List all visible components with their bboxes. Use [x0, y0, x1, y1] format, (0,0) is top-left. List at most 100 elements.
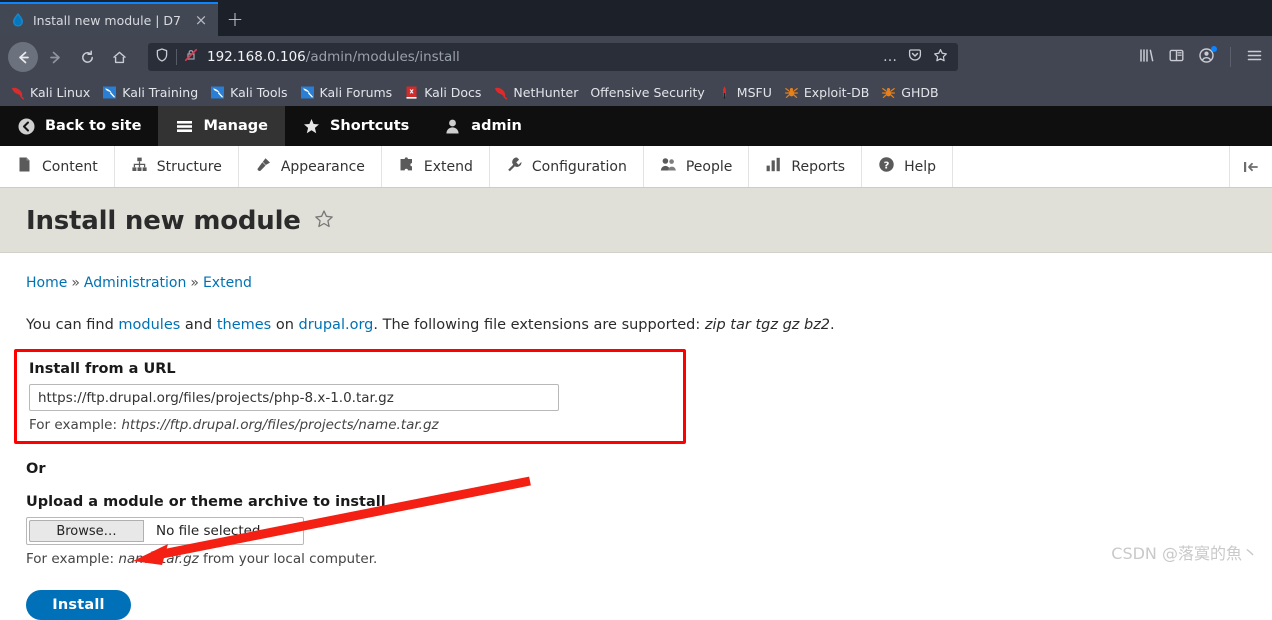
url-bar[interactable]: 192.168.0.106/admin/modules/install …	[148, 43, 958, 71]
intro-text: You can find modules and themes on drupa…	[26, 317, 1246, 333]
toolbar-divider	[1230, 47, 1231, 67]
upload-help-example: name.tar.gz	[118, 551, 199, 567]
svg-text:?: ?	[884, 160, 890, 171]
forward-arrow-icon	[40, 42, 70, 72]
supported-extensions: zip tar tgz gz bz2	[704, 317, 831, 333]
menu-label: Configuration	[531, 158, 627, 175]
sidebar-icon[interactable]	[1167, 46, 1186, 69]
drupal-admin-toolbar: Back to site Manage Shortcuts admin	[0, 106, 1272, 146]
structure-tree-icon	[131, 156, 148, 177]
back-to-site-label: Back to site	[45, 118, 142, 134]
url-help-prefix: For example:	[29, 417, 122, 433]
bookmark-label: Kali Tools	[230, 84, 288, 100]
toolbar-orientation-toggle-icon[interactable]	[1230, 146, 1272, 187]
browse-button[interactable]: Browse…	[29, 520, 144, 542]
browser-tab[interactable]: Install new module | D7 ×	[0, 2, 218, 36]
menu-item-configuration[interactable]: Configuration	[490, 146, 644, 187]
menu-spacer	[953, 146, 1230, 187]
bookmark-label: Kali Linux	[30, 84, 91, 100]
home-icon[interactable]	[104, 42, 134, 72]
bookmark-label: GHDB	[901, 84, 939, 100]
tab-strip: Install new module | D7 × +	[0, 0, 1272, 36]
or-label: Or	[26, 461, 46, 477]
bookmark-kali-linux[interactable]: Kali Linux	[6, 85, 98, 100]
file-upload-control[interactable]: Browse… No file selected.	[26, 517, 304, 545]
close-icon[interactable]: ×	[192, 12, 210, 28]
breadcrumb-administration[interactable]: Administration	[84, 275, 186, 291]
upload-help-suffix: from your local computer.	[198, 551, 378, 567]
menu-item-appearance[interactable]: Appearance	[239, 146, 382, 187]
puzzle-piece-icon	[398, 156, 415, 177]
themes-link[interactable]: themes	[217, 317, 271, 333]
drupal-org-link[interactable]: drupal.org	[299, 317, 374, 333]
star-outline-icon[interactable]	[313, 208, 335, 234]
menu-item-content[interactable]: Content	[0, 146, 115, 187]
kali-dragon-blue-icon	[102, 85, 117, 100]
user-account-tab[interactable]: admin	[426, 106, 539, 146]
url-text[interactable]: 192.168.0.106/admin/modules/install	[207, 49, 877, 65]
browser-chrome: Install new module | D7 × + 192.168.0.10…	[0, 0, 1272, 106]
insecure-connection-icon[interactable]	[183, 47, 199, 67]
bookmark-exploit-db[interactable]: Exploit-DB	[780, 85, 877, 100]
account-notification-dot	[1211, 45, 1217, 52]
upload-field-help: For example: name.tar.gz from your local…	[26, 551, 1246, 567]
hamburger-menu-icon[interactable]	[1245, 46, 1264, 69]
manage-tab[interactable]: Manage	[158, 106, 285, 146]
back-to-site-button[interactable]: Back to site	[0, 106, 158, 146]
navigation-toolbar: 192.168.0.106/admin/modules/install …	[0, 36, 1272, 78]
menu-item-structure[interactable]: Structure	[115, 146, 239, 187]
breadcrumb-extend[interactable]: Extend	[203, 275, 252, 291]
wrench-icon	[506, 156, 523, 177]
url-divider	[176, 49, 177, 65]
menu-label: Content	[42, 158, 98, 175]
paintbrush-icon	[255, 156, 272, 177]
star-outline-icon[interactable]	[932, 47, 949, 68]
page-actions-icon[interactable]: …	[883, 50, 898, 64]
watermark: CSDN @落寞的魚丶	[1111, 544, 1258, 563]
bookmark-ghdb[interactable]: GHDB	[877, 85, 946, 100]
modules-link[interactable]: modules	[118, 317, 180, 333]
menu-item-people[interactable]: People	[644, 146, 750, 187]
bookmark-label: Kali Training	[122, 84, 199, 100]
bookmark-label: Offensive Security	[590, 84, 705, 100]
menu-item-help[interactable]: ? Help	[862, 146, 953, 187]
install-button[interactable]: Install	[26, 590, 131, 620]
people-icon	[660, 156, 677, 177]
install-url-input[interactable]: https://ftp.drupal.org/files/projects/ph…	[29, 384, 559, 411]
menu-item-extend[interactable]: Extend	[382, 146, 490, 187]
back-circle-icon	[17, 117, 36, 136]
pocket-icon[interactable]	[907, 47, 923, 67]
breadcrumb-separator: »	[190, 275, 199, 291]
bookmark-kali-forums[interactable]: Kali Forums	[296, 85, 401, 100]
bookmark-msfu[interactable]: MSFU	[713, 85, 780, 100]
new-tab-button[interactable]: +	[218, 2, 252, 36]
upload-field-label: Upload a module or theme archive to inst…	[26, 494, 386, 510]
url-path: /admin/modules/install	[305, 49, 460, 65]
bookmark-kali-tools[interactable]: Kali Tools	[206, 85, 295, 100]
bookmark-label: MSFU	[736, 84, 772, 100]
bookmark-kali-docs[interactable]: Kali Docs	[400, 85, 489, 100]
bookmark-label: Kali Forums	[319, 84, 393, 100]
menu-item-reports[interactable]: Reports	[749, 146, 863, 187]
url-field-help: For example: https://ftp.drupal.org/file…	[29, 417, 671, 433]
back-arrow-icon[interactable]	[8, 42, 38, 72]
bookmark-kali-training[interactable]: Kali Training	[98, 85, 206, 100]
menu-label: Extend	[423, 158, 473, 175]
url-bar-actions: …	[883, 47, 952, 68]
library-icon[interactable]	[1137, 46, 1156, 69]
kali-dragon-red-icon	[10, 85, 25, 100]
bookmark-offensive-security[interactable]: Offensive Security	[586, 85, 712, 100]
bookmarks-bar: Kali Linux Kali Training Kali Tools Kali…	[0, 78, 1272, 106]
tracking-protection-shield-icon[interactable]	[154, 47, 170, 67]
reload-icon[interactable]	[72, 42, 102, 72]
url-help-example: https://ftp.drupal.org/files/projects/na…	[121, 417, 439, 433]
url-field-label: Install from a URL	[29, 361, 176, 377]
account-icon[interactable]	[1197, 45, 1217, 69]
bookmark-nethunter[interactable]: NetHunter	[489, 85, 586, 100]
shortcuts-tab[interactable]: Shortcuts	[285, 106, 426, 146]
user-icon	[443, 117, 462, 136]
star-icon	[302, 117, 321, 136]
breadcrumb-home[interactable]: Home	[26, 275, 67, 291]
menu-label: Structure	[156, 158, 222, 175]
page-content: Home» Administration» Extend You can find …	[0, 253, 1272, 620]
